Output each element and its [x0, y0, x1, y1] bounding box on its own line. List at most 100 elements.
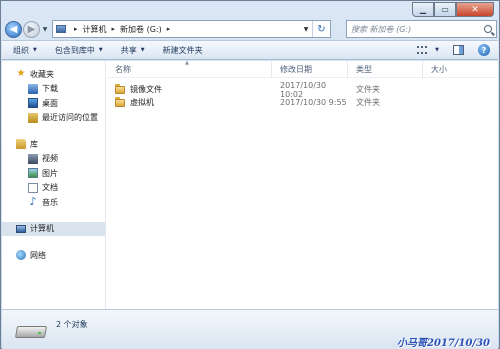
- breadcrumb: ▸ 计算机 ▸ 新加卷 (G:) ▸: [69, 24, 175, 35]
- nav-libraries[interactable]: 库: [2, 137, 105, 152]
- nav-label: 收藏夹: [30, 69, 54, 79]
- chevron-down-icon: ▼: [140, 47, 145, 53]
- computer-icon: [16, 224, 26, 233]
- column-headers: ▲ 名称 修改日期 类型 大小: [107, 60, 498, 78]
- file-row[interactable]: 虚拟机 2017/10/30 9:55 文件夹: [107, 96, 423, 109]
- file-row[interactable]: 镜像文件 2017/10/30 10:02 文件夹: [107, 81, 423, 99]
- new-folder-button[interactable]: 新建文件夹: [163, 45, 203, 56]
- nav-item-videos[interactable]: 视频: [2, 152, 105, 167]
- share-button[interactable]: 共享 ▼: [121, 45, 145, 56]
- search-box[interactable]: 搜索 新加卷 (G:): [346, 20, 497, 38]
- recent-pages-dropdown[interactable]: ▼: [40, 26, 50, 33]
- column-header-size[interactable]: 大小: [423, 61, 498, 78]
- nav-label: 下载: [42, 84, 58, 94]
- view-icon[interactable]: [417, 46, 428, 54]
- file-name: 镜像文件: [130, 85, 162, 94]
- nav-label: 视频: [42, 154, 58, 164]
- file-type: 文件夹: [356, 98, 380, 107]
- computer-icon: [56, 25, 66, 33]
- picture-icon: [28, 168, 38, 179]
- back-icon: ◀: [9, 23, 18, 35]
- file-list: ▲ 名称 修改日期 类型 大小 镜像文件 2017/10/30 10:02 文件夹…: [107, 60, 498, 309]
- breadcrumb-separator[interactable]: ▸: [112, 25, 116, 33]
- help-icon[interactable]: ?: [478, 44, 490, 56]
- content-area: ★ 收藏夹 下载 桌面 最近访问的位置 库 视频 图片 文档 ♪ 音乐 计算机 网络…: [2, 60, 498, 309]
- explorer-window: ▁ ▭ ✕ ◀ ▶ ▼ ▸ 计算机 ▸ 新加卷 (G:) ▸ ▼ ↻ 搜索 新加…: [0, 0, 500, 349]
- library-icon: [16, 139, 26, 150]
- nav-label: 图片: [42, 168, 58, 178]
- sort-indicator-icon: ▲: [185, 60, 189, 66]
- forward-button[interactable]: ▶: [23, 20, 40, 38]
- caption-buttons: ▁ ▭ ✕: [412, 2, 494, 17]
- column-header-date[interactable]: 修改日期: [272, 61, 348, 78]
- chevron-down-icon: ▼: [98, 47, 103, 53]
- new-folder-label: 新建文件夹: [162, 45, 203, 55]
- organize-button[interactable]: 组织 ▼: [13, 45, 37, 56]
- close-button[interactable]: ✕: [456, 2, 494, 17]
- column-header-name[interactable]: ▲ 名称: [107, 60, 272, 78]
- watermark-signature: 小马哥2017/10/30: [397, 338, 490, 349]
- include-in-library-label: 包含到库中: [54, 45, 95, 55]
- preview-pane-icon[interactable]: [453, 45, 464, 55]
- nav-item-music[interactable]: ♪ 音乐: [2, 195, 105, 210]
- desktop-icon: [28, 98, 38, 109]
- breadcrumb-computer[interactable]: 计算机: [83, 24, 107, 35]
- back-button[interactable]: ◀: [5, 20, 22, 38]
- nav-favorites[interactable]: ★ 收藏夹: [2, 67, 105, 82]
- view-options-button[interactable]: ▼: [431, 47, 439, 53]
- search-input[interactable]: 搜索 新加卷 (G:): [351, 24, 411, 35]
- column-label: 名称: [115, 65, 131, 74]
- address-history-dropdown[interactable]: ▼: [300, 26, 312, 33]
- nav-item-documents[interactable]: 文档: [2, 181, 105, 196]
- share-label: 共享: [120, 45, 137, 55]
- column-label: 修改日期: [280, 65, 312, 74]
- organize-label: 组织: [13, 45, 29, 55]
- download-icon: [28, 83, 38, 94]
- maximize-button[interactable]: ▭: [434, 2, 456, 17]
- document-icon: [28, 182, 38, 193]
- file-name: 虚拟机: [130, 98, 154, 107]
- folder-icon: [115, 96, 125, 107]
- chevron-down-icon: ▼: [435, 47, 439, 53]
- nav-item-recent-places[interactable]: 最近访问的位置: [2, 111, 105, 126]
- nav-label: 网络: [30, 250, 46, 260]
- nav-label: 最近访问的位置: [42, 113, 98, 123]
- nav-label: 桌面: [42, 98, 58, 108]
- breadcrumb-drive[interactable]: 新加卷 (G:): [120, 24, 162, 35]
- nav-item-desktop[interactable]: 桌面: [2, 96, 105, 111]
- nav-label: 音乐: [42, 197, 58, 207]
- network-icon: [16, 250, 26, 261]
- minimize-button[interactable]: ▁: [412, 2, 434, 17]
- nav-item-pictures[interactable]: 图片: [2, 166, 105, 181]
- folder-icon: [115, 83, 125, 94]
- address-bar[interactable]: ▸ 计算机 ▸ 新加卷 (G:) ▸ ▼ ↻: [52, 20, 331, 38]
- breadcrumb-separator[interactable]: ▸: [74, 25, 78, 33]
- item-count: 2 个对象: [56, 320, 88, 329]
- video-icon: [28, 153, 38, 164]
- drive-icon: [14, 322, 48, 340]
- nav-computer[interactable]: 计算机: [2, 221, 105, 236]
- forward-icon: ▶: [27, 23, 36, 35]
- column-label: 类型: [356, 65, 372, 74]
- nav-label: 计算机: [30, 224, 54, 234]
- breadcrumb-separator[interactable]: ▸: [167, 25, 171, 33]
- search-icon: [484, 25, 492, 33]
- refresh-icon: ↻: [317, 23, 326, 35]
- column-header-type[interactable]: 类型: [348, 61, 423, 78]
- file-date: 2017/10/30 9:55: [280, 98, 347, 107]
- chevron-down-icon: ▼: [33, 47, 37, 53]
- nav-network[interactable]: 网络: [2, 248, 105, 263]
- nav-label: 库: [30, 139, 38, 149]
- column-label: 大小: [431, 65, 447, 74]
- nav-label: 文档: [42, 183, 58, 193]
- include-in-library-button[interactable]: 包含到库中 ▼: [55, 45, 103, 56]
- recent-places-icon: [28, 112, 38, 123]
- navigation-pane: ★ 收藏夹 下载 桌面 最近访问的位置 库 视频 图片 文档 ♪ 音乐 计算机 网络: [2, 61, 106, 309]
- file-type: 文件夹: [356, 85, 380, 94]
- nav-item-downloads[interactable]: 下载: [2, 82, 105, 97]
- details-pane: 2 个对象 小马哥2017/10/30: [2, 309, 498, 349]
- music-icon: ♪: [29, 195, 37, 209]
- refresh-button[interactable]: ↻: [312, 21, 330, 37]
- command-bar: 组织 ▼ 包含到库中 ▼ 共享 ▼ 新建文件夹 ▼ ?: [2, 40, 498, 60]
- star-icon: ★: [16, 68, 26, 80]
